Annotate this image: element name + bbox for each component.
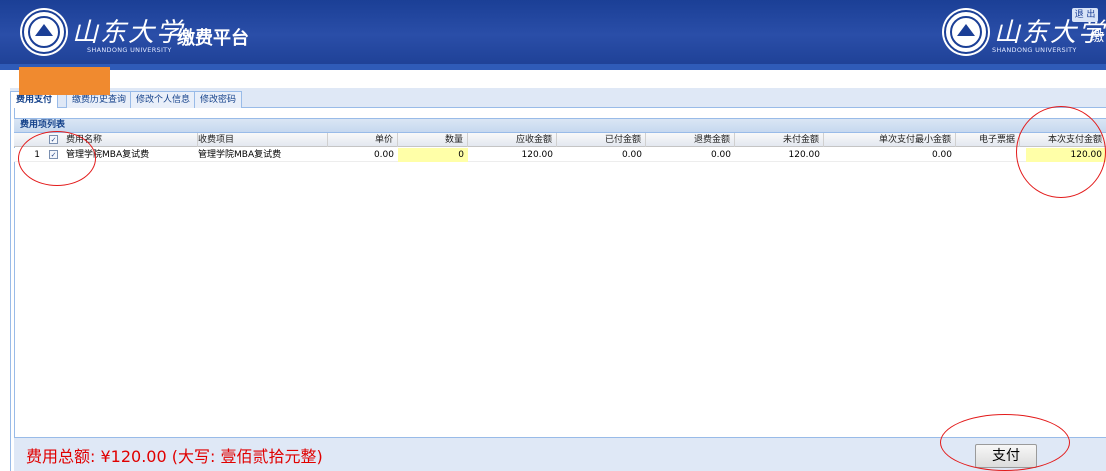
header-banner: 山东大学 SHANDONG UNIVERSITY 缴费平台 山东大学 SHAND… [0, 0, 1106, 70]
column-header-this-payment[interactable]: 本次支付金额 [1020, 133, 1106, 147]
cell-paid: 0.00 [621, 150, 642, 160]
column-header-receivable[interactable]: 应收金额 [468, 133, 557, 147]
content-panel [10, 108, 1106, 471]
university-logo-text: 山东大学 [72, 18, 185, 48]
column-header-charge-item[interactable]: 收费项目 [194, 133, 328, 147]
pay-button[interactable]: 支付 [975, 444, 1037, 468]
platform-title-right-partial: 缴 [1090, 29, 1104, 45]
orange-redaction-block [19, 67, 110, 95]
tab-change-password[interactable]: 修改密码 [194, 91, 243, 108]
panel-title: 费用项列表 [14, 118, 1106, 133]
grid-header: ✓ 费用名称 收费项目 单价 数量 应收金额 已付金额 退费金额 未付金额 单次… [14, 133, 1106, 147]
university-logo-subtitle: SHANDONG UNIVERSITY [87, 46, 172, 54]
cell-fee-name: 管理学院MBA复试费 [66, 150, 150, 160]
university-emblem-icon-right [944, 10, 988, 54]
column-header-unpaid[interactable]: 未付金额 [735, 133, 824, 147]
column-header-quantity[interactable]: 数量 [398, 133, 468, 147]
cell-min-single: 0.00 [931, 150, 952, 160]
cell-this-payment-input[interactable]: 120.00 [1026, 148, 1106, 162]
column-header-unit-price[interactable]: 单价 [328, 133, 398, 147]
platform-title: 缴费平台 [177, 28, 249, 49]
cell-charge-item: 管理学院MBA复试费 [198, 150, 282, 160]
column-header-refund[interactable]: 退费金额 [646, 133, 735, 147]
table-row[interactable]: 1 ✓ 管理学院MBA复试费 管理学院MBA复试费 0.00 0 120.00 … [14, 148, 1106, 162]
tab-bar: 费用支付 缴费历史查询 修改个人信息 修改密码 [10, 88, 1106, 109]
row-index: 1 [34, 150, 40, 160]
panel-border [14, 108, 15, 471]
logout-button[interactable]: 退 出 [1072, 8, 1098, 22]
column-header-fee-name[interactable]: 费用名称 [62, 133, 198, 147]
tab-edit-profile[interactable]: 修改个人信息 [130, 91, 197, 108]
column-header-paid[interactable]: 已付金额 [557, 133, 646, 147]
university-logo-subtitle-right: SHANDONG UNIVERSITY [992, 46, 1077, 54]
select-all-checkbox[interactable]: ✓ [49, 135, 58, 144]
university-emblem-icon [22, 10, 66, 54]
cell-e-invoice [956, 148, 1020, 162]
cell-refund: 0.00 [710, 150, 731, 160]
cell-receivable: 120.00 [521, 150, 554, 160]
cell-quantity-input[interactable]: 0 [398, 148, 468, 162]
column-header-min-single[interactable]: 单次支付最小金额 [824, 133, 956, 147]
cell-unit-price: 0.00 [373, 150, 394, 160]
row-checkbox[interactable]: ✓ [49, 150, 58, 159]
column-header-e-invoice[interactable]: 电子票据 [956, 133, 1020, 147]
total-amount-text: 费用总额: ¥120.00 (大写: 壹佰贰拾元整) [26, 447, 323, 466]
cell-unpaid: 120.00 [788, 150, 821, 160]
